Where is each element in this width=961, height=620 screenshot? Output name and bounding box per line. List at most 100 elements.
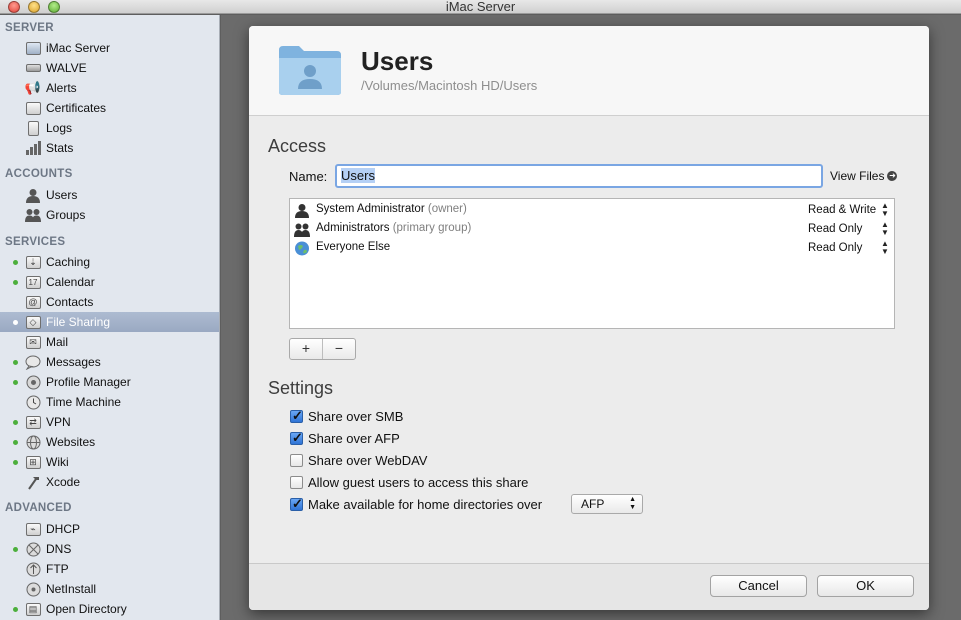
status-dot xyxy=(13,320,18,325)
guest-access-label: Allow guest users to access this share xyxy=(308,474,529,490)
sidebar-item-open-directory[interactable]: ▤ Open Directory xyxy=(0,599,219,619)
view-files-link[interactable]: View Files ➜ xyxy=(830,169,898,183)
sidebar-item-label: WALVE xyxy=(46,61,87,75)
sidebar-item-caching[interactable]: ⇣ Caching xyxy=(0,252,219,272)
permission-access-popup[interactable]: Read Only xyxy=(808,242,862,254)
sidebar-item-groups[interactable]: Groups xyxy=(0,205,219,225)
sidebar-item-mail[interactable]: ✉ Mail xyxy=(0,332,219,352)
guest-access-checkbox[interactable] xyxy=(290,475,303,489)
sidebar-item-label: Stats xyxy=(46,141,74,155)
groups-icon xyxy=(25,207,41,223)
contacts-icon: @ xyxy=(25,294,41,310)
permission-access-popup[interactable]: Read & Write xyxy=(808,204,876,216)
sidebar-item-ftp[interactable]: FTP xyxy=(0,559,219,579)
updown-arrows-icon[interactable]: ▲ ▼ xyxy=(881,240,889,256)
share-afp-checkbox[interactable] xyxy=(290,430,303,446)
status-dot xyxy=(13,360,18,365)
sidebar-item-dns[interactable]: DNS xyxy=(0,539,219,559)
permissions-table[interactable]: System Administrator (owner) Read & Writ… xyxy=(289,198,895,329)
guest-access-checkbox-row[interactable]: Allow guest users to access this share xyxy=(290,473,528,491)
sidebar-item-messages[interactable]: Messages xyxy=(0,352,219,372)
sidebar-item-label: Alerts xyxy=(46,81,77,95)
share-webdav-checkbox[interactable] xyxy=(290,453,303,467)
updown-arrows-icon[interactable]: ▲ ▼ xyxy=(881,221,889,237)
section-header-services: SERVICES xyxy=(5,236,66,248)
permission-name-text: Everyone Else xyxy=(316,241,391,253)
sheet-title: Users xyxy=(361,46,434,76)
cancel-button[interactable]: Cancel xyxy=(710,575,807,597)
share-webdav-checkbox-row[interactable]: Share over WebDAV xyxy=(290,451,427,469)
sidebar-item-wiki[interactable]: ⊞ Wiki xyxy=(0,452,219,472)
sidebar-item-contacts[interactable]: @ Contacts xyxy=(0,292,219,312)
ftp-icon xyxy=(25,561,41,577)
group-icon xyxy=(294,222,310,237)
home-protocol-popup[interactable]: AFP ▲ ▼ xyxy=(571,494,643,514)
window-title: iMac Server xyxy=(445,0,516,14)
calendar-icon: 17 xyxy=(25,274,41,290)
share-smb-checkbox-row[interactable]: Share over SMB xyxy=(290,407,403,425)
sidebar-item-label: Mail xyxy=(46,335,69,349)
share-path: /Volumes/Macintosh HD/Users xyxy=(361,78,538,93)
websites-icon xyxy=(25,434,41,450)
dns-icon xyxy=(25,541,41,557)
settings-heading: Settings xyxy=(268,378,334,398)
xcode-icon xyxy=(25,474,41,490)
wiki-icon: ⊞ xyxy=(25,454,41,470)
netinstall-icon xyxy=(25,581,41,597)
profile-manager-icon xyxy=(25,374,41,390)
sidebar-item-alerts[interactable]: 📢 Alerts xyxy=(0,78,219,98)
sidebar-item-label: Profile Manager xyxy=(46,375,131,389)
sidebar-item-logs[interactable]: Logs xyxy=(0,118,219,138)
section-header-server: SERVER xyxy=(5,22,54,34)
home-directories-checkbox[interactable] xyxy=(290,496,303,512)
share-afp-label: Share over AFP xyxy=(308,430,400,446)
sidebar-item-xcode[interactable]: Xcode xyxy=(0,472,219,492)
permission-access-popup[interactable]: Read Only xyxy=(808,223,862,235)
time-machine-icon xyxy=(25,394,41,410)
share-name-field[interactable]: Users xyxy=(335,164,823,188)
sidebar-item-stats[interactable]: Stats xyxy=(0,138,219,158)
sidebar-item-websites[interactable]: Websites xyxy=(0,432,219,452)
status-dot xyxy=(13,280,18,285)
ok-button[interactable]: OK xyxy=(817,575,914,597)
updown-arrows-icon[interactable]: ▲ ▼ xyxy=(881,202,889,218)
access-heading: Access xyxy=(268,136,327,156)
sidebar-item-time-machine[interactable]: Time Machine xyxy=(0,392,219,412)
logs-icon xyxy=(25,120,41,136)
permission-role: (owner) xyxy=(427,203,467,215)
share-afp-checkbox-row[interactable]: Share over AFP xyxy=(290,429,400,447)
sidebar-item-dhcp[interactable]: ⌁ DHCP xyxy=(0,519,219,539)
table-row[interactable]: Administrators (primary group) Read Only… xyxy=(290,220,894,239)
status-dot xyxy=(13,260,18,265)
sidebar-item-imac-server[interactable]: iMac Server xyxy=(0,38,219,58)
remove-button[interactable]: − xyxy=(323,339,355,359)
sidebar-item-users[interactable]: Users xyxy=(0,185,219,205)
caching-icon: ⇣ xyxy=(25,254,41,270)
table-row[interactable]: System Administrator (owner) Read & Writ… xyxy=(290,201,894,220)
name-label: Name: xyxy=(289,169,328,184)
sidebar-item-netinstall[interactable]: NetInstall xyxy=(0,579,219,599)
sidebar-item-profile-manager[interactable]: Profile Manager xyxy=(0,372,219,392)
messages-icon xyxy=(25,354,41,370)
home-directories-label: Make available for home directories over xyxy=(308,496,543,512)
user-icon xyxy=(294,203,310,218)
sidebar-item-certificates[interactable]: Certificates xyxy=(0,98,219,118)
sidebar-item-label: File Sharing xyxy=(46,315,111,329)
certificates-icon xyxy=(25,100,41,116)
sheet-header: Users /Volumes/Macintosh HD/Users xyxy=(249,26,929,116)
home-directories-checkbox-row[interactable]: Make available for home directories over xyxy=(290,495,542,513)
share-webdav-label: Share over WebDAV xyxy=(308,452,428,468)
vpn-icon: ⇄ xyxy=(25,414,41,430)
sidebar-item-walve[interactable]: WALVE xyxy=(0,58,219,78)
alerts-icon: 📢 xyxy=(24,80,42,95)
add-button[interactable]: + xyxy=(290,339,323,359)
sidebar-item-calendar[interactable]: 17 Calendar xyxy=(0,272,219,292)
stats-icon xyxy=(25,140,41,156)
sidebar-item-file-sharing[interactable]: ◇ File Sharing xyxy=(0,312,219,332)
sidebar-item-vpn[interactable]: ⇄ VPN xyxy=(0,412,219,432)
status-dot xyxy=(13,547,18,552)
share-smb-checkbox[interactable] xyxy=(290,408,303,424)
share-smb-label: Share over SMB xyxy=(308,408,404,424)
dhcp-icon: ⌁ xyxy=(25,521,41,537)
table-row[interactable]: Everyone Else Read Only ▲ ▼ xyxy=(290,239,894,258)
